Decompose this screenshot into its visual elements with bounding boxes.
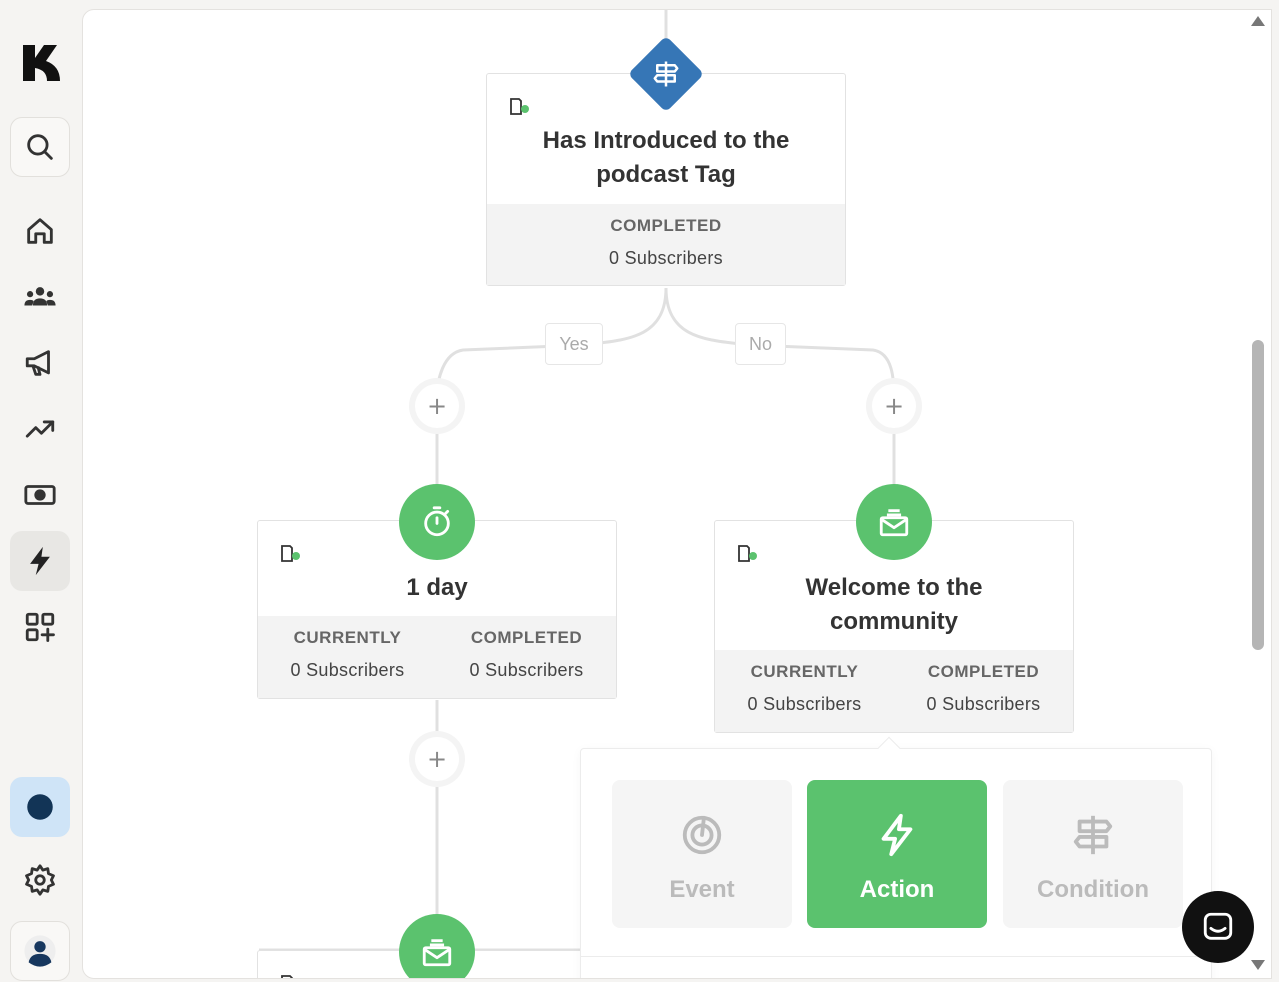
add-step-button[interactable]: +: [866, 378, 922, 434]
lightning-icon: [881, 813, 913, 857]
gear-icon: [25, 864, 55, 896]
timer-icon: [424, 506, 450, 537]
node-status-icon: [281, 545, 300, 562]
option-action[interactable]: Action: [807, 780, 987, 928]
option-condition[interactable]: Condition: [1003, 780, 1183, 928]
nav-apps[interactable]: [10, 597, 70, 657]
nav-earn[interactable]: [10, 465, 70, 525]
node-status-icon: [510, 98, 529, 115]
add-step-button[interactable]: +: [409, 378, 465, 434]
option-event[interactable]: Event: [612, 780, 792, 928]
settings-button[interactable]: [10, 850, 70, 910]
stat-completed: COMPLETED 0 Subscribers: [487, 204, 845, 285]
user-avatar-icon: [24, 935, 56, 967]
node-stats: CURRENTLY 0 Subscribers COMPLETED 0 Subs…: [258, 616, 616, 698]
email-icon: [879, 509, 909, 537]
sidebar: [0, 0, 82, 982]
add-step-button[interactable]: +: [409, 731, 465, 787]
profile-dot-icon: [27, 794, 53, 820]
lightning-icon: [30, 546, 50, 576]
nav-growth[interactable]: [10, 399, 70, 459]
stat-label: COMPLETED: [610, 216, 722, 235]
branch-no-label[interactable]: No: [735, 323, 786, 365]
vertical-scrollbar[interactable]: [1250, 10, 1270, 978]
user-account-button[interactable]: [10, 921, 70, 981]
scroll-down-arrow-icon[interactable]: [1251, 960, 1265, 970]
node-status-icon: [738, 545, 757, 562]
workflow-canvas[interactable]: Has Introduced to the podcast Tag COMPLE…: [82, 9, 1272, 979]
divider: [581, 956, 1211, 957]
scroll-up-arrow-icon[interactable]: [1251, 16, 1265, 26]
creator-profile-button[interactable]: [10, 777, 70, 837]
nav-subscribers[interactable]: [10, 267, 70, 327]
subscribers-icon: [24, 287, 56, 306]
node-stats: CURRENTLY 0 Subscribers COMPLETED 0 Subs…: [715, 650, 1073, 732]
chat-icon: [1203, 912, 1233, 940]
search-icon: [27, 134, 53, 160]
node-stats: COMPLETED 0 Subscribers: [487, 204, 845, 285]
stat-value: 0 Subscribers: [747, 694, 862, 714]
delay-badge: [399, 484, 475, 560]
money-icon: [24, 485, 56, 505]
stat-label: CURRENTLY: [750, 662, 859, 681]
signpost-icon: [1073, 815, 1113, 855]
stat-value: 0 Subscribers: [469, 660, 584, 680]
email-icon: [422, 939, 452, 967]
nav-home[interactable]: [10, 201, 70, 261]
stat-label: COMPLETED: [927, 662, 1040, 681]
nav-broadcasts[interactable]: [10, 333, 70, 393]
plus-icon: +: [415, 737, 459, 781]
stat-value: 0 Subscribers: [609, 248, 723, 268]
nav-automations[interactable]: [10, 531, 70, 591]
chat-launcher-button[interactable]: [1182, 891, 1254, 963]
search-button[interactable]: [10, 117, 70, 177]
node-status-icon: [281, 975, 293, 978]
stat-label: CURRENTLY: [293, 628, 402, 647]
scrollbar-thumb[interactable]: [1252, 340, 1264, 650]
stat-completed: COMPLETED 0 Subscribers: [437, 616, 616, 698]
branch-yes-label[interactable]: Yes: [545, 323, 603, 365]
stat-label: COMPLETED: [470, 628, 583, 647]
home-icon: [27, 218, 53, 244]
stat-completed: COMPLETED 0 Subscribers: [894, 650, 1073, 732]
stat-value: 0 Subscribers: [926, 694, 1041, 714]
event-target-icon: [682, 815, 722, 855]
megaphone-icon: [25, 350, 50, 376]
plus-icon: +: [872, 384, 916, 428]
logo-icon[interactable]: [22, 44, 60, 82]
option-label: Event: [669, 876, 735, 903]
option-label: Condition: [1037, 876, 1149, 903]
apps-icon: [25, 612, 55, 642]
plus-icon: +: [415, 384, 459, 428]
step-type-picker: Event Action Condition: [580, 736, 1212, 978]
stat-value: 0 Subscribers: [290, 660, 405, 680]
growth-icon: [25, 420, 55, 438]
signpost-icon: [653, 61, 679, 87]
option-label: Action: [859, 876, 935, 903]
email-badge: [856, 484, 932, 560]
stat-currently: CURRENTLY 0 Subscribers: [258, 616, 437, 698]
stat-currently: CURRENTLY 0 Subscribers: [715, 650, 894, 732]
